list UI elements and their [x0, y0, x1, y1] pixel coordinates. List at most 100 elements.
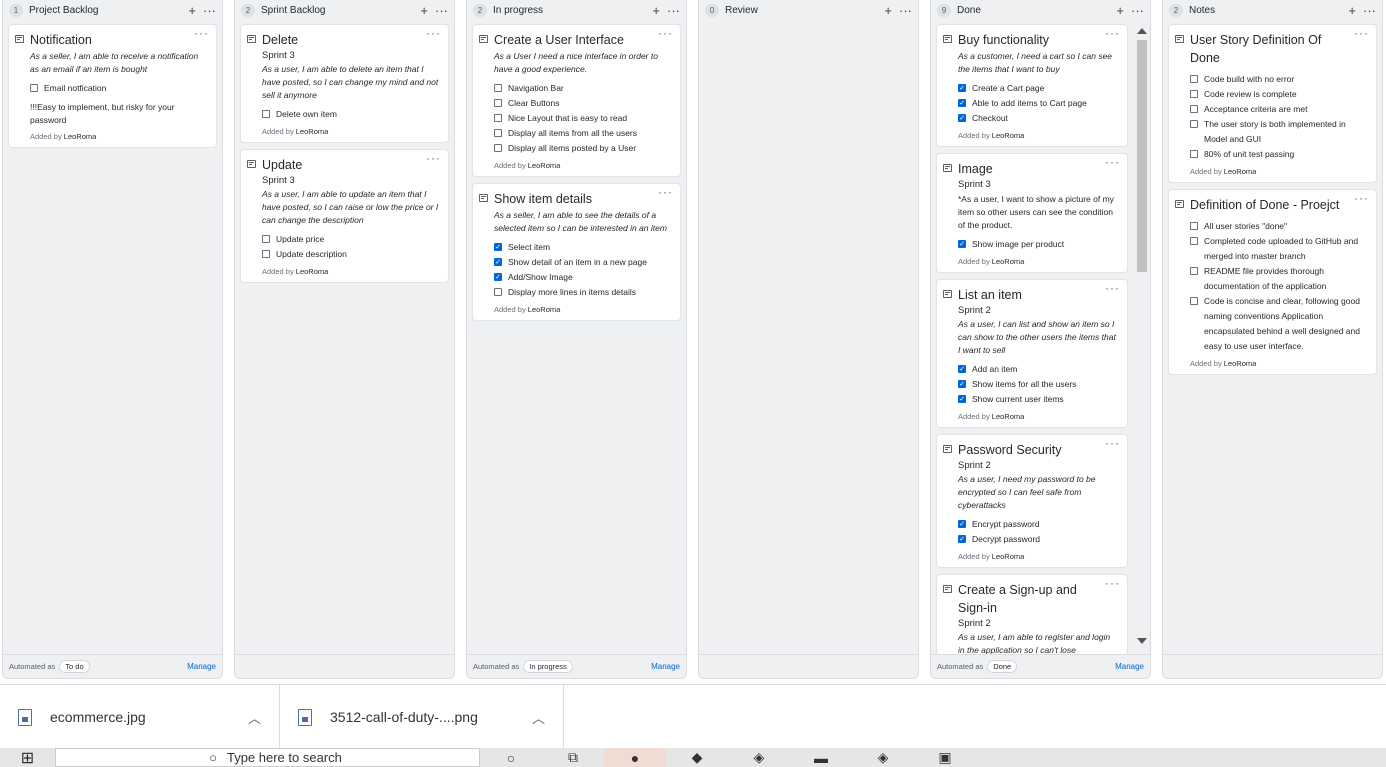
checkbox[interactable]	[262, 235, 270, 243]
add-card-icon[interactable]: +	[884, 4, 892, 17]
app-icon[interactable]: ◈	[852, 748, 914, 767]
checklist-item[interactable]: Show items for all the users	[958, 377, 1119, 392]
checkbox[interactable]	[494, 99, 502, 107]
checkbox[interactable]	[1190, 120, 1198, 128]
added-by-user[interactable]: LeoRoma	[296, 267, 329, 276]
note-card[interactable]: ··· List an item Sprint 2 As a user, I can …	[936, 279, 1128, 428]
more-options-icon[interactable]: ···	[667, 4, 680, 17]
checkbox[interactable]	[1190, 237, 1198, 245]
checkbox[interactable]	[1190, 75, 1198, 83]
checkbox[interactable]	[262, 250, 270, 258]
added-by-user[interactable]: LeoRoma	[296, 127, 329, 136]
checklist-item[interactable]: Code build with no error	[1190, 72, 1368, 87]
more-options-icon[interactable]: ···	[1363, 4, 1376, 17]
checkbox[interactable]	[1190, 222, 1198, 230]
card-menu-icon[interactable]: ···	[1105, 26, 1120, 40]
card-menu-icon[interactable]: ···	[1354, 191, 1369, 205]
checkbox[interactable]	[494, 84, 502, 92]
checklist-item[interactable]: Show image per product	[958, 237, 1119, 252]
checklist-item[interactable]: Navigation Bar	[494, 81, 672, 96]
checklist-item[interactable]: Update description	[262, 247, 440, 262]
checkbox[interactable]	[958, 365, 966, 373]
note-card[interactable]: ··· Update Sprint 3 As a user, I am able to…	[240, 149, 449, 283]
checkbox[interactable]	[958, 520, 966, 528]
more-options-icon[interactable]: ···	[203, 4, 216, 17]
checklist-item[interactable]: The user story is both implemented in Mo…	[1190, 117, 1368, 147]
checklist-item[interactable]: All user stories "done"	[1190, 219, 1368, 234]
file-explorer-icon[interactable]: ▬	[790, 748, 852, 767]
checklist-item[interactable]: Nice Layout that is easy to read	[494, 111, 672, 126]
added-by-user[interactable]: LeoRoma	[1224, 167, 1257, 176]
checkbox[interactable]	[30, 84, 38, 92]
checklist-item[interactable]: Show current user items	[958, 392, 1119, 407]
add-card-icon[interactable]: +	[420, 4, 428, 17]
checklist-item[interactable]: Checkout	[958, 111, 1119, 126]
checkbox[interactable]	[494, 288, 502, 296]
checkbox[interactable]	[958, 99, 966, 107]
card-menu-icon[interactable]: ···	[194, 26, 209, 40]
note-card[interactable]: ··· User Story Definition Of Done Code bui…	[1168, 24, 1377, 183]
add-card-icon[interactable]: +	[1348, 4, 1356, 17]
scroll-up-icon[interactable]	[1137, 28, 1147, 34]
checkbox[interactable]	[958, 380, 966, 388]
task-view-icon[interactable]: ⧉	[542, 748, 604, 767]
checklist-item[interactable]: Acceptance criteria are met	[1190, 102, 1368, 117]
note-card[interactable]: ··· Password Security Sprint 2 As a user, I…	[936, 434, 1128, 568]
added-by-user[interactable]: LeoRoma	[992, 412, 1025, 421]
chevron-up-icon[interactable]: ︿	[228, 708, 261, 727]
checklist-item[interactable]: Add/Show Image	[494, 270, 672, 285]
checklist-item[interactable]: README file provides thorough documentat…	[1190, 264, 1368, 294]
checkbox[interactable]	[494, 243, 502, 251]
checklist-item[interactable]: Decrypt password	[958, 532, 1119, 547]
chevron-up-icon[interactable]: ︿	[512, 708, 545, 727]
checklist-item[interactable]: Completed code uploaded to GitHub and me…	[1190, 234, 1368, 264]
manage-link[interactable]: Manage	[651, 662, 680, 671]
app-icon[interactable]: ◈	[728, 748, 790, 767]
added-by-user[interactable]: LeoRoma	[992, 257, 1025, 266]
note-card[interactable]: ··· Create a User Interface As a User I ne…	[472, 24, 681, 177]
added-by-user[interactable]: LeoRoma	[528, 161, 561, 170]
note-card[interactable]: ··· Notification As a seller, I am able to…	[8, 24, 217, 148]
checklist-item[interactable]: 80% of unit test passing	[1190, 147, 1368, 162]
checkbox[interactable]	[494, 258, 502, 266]
checklist-item[interactable]: Display all items from all the users	[494, 126, 672, 141]
added-by-user[interactable]: LeoRoma	[528, 305, 561, 314]
checklist-item[interactable]: Add an item	[958, 362, 1119, 377]
added-by-user[interactable]: LeoRoma	[992, 552, 1025, 561]
card-menu-icon[interactable]: ···	[658, 26, 673, 40]
checklist-item[interactable]: Display more lines in items details	[494, 285, 672, 300]
checkbox[interactable]	[494, 273, 502, 281]
card-menu-icon[interactable]: ···	[426, 26, 441, 40]
note-card[interactable]: ··· Create a Sign-up and Sign-in Sprint 2 A…	[936, 574, 1128, 654]
checklist-item[interactable]: Email notfication	[30, 81, 208, 96]
added-by-user[interactable]: LeoRoma	[64, 132, 97, 141]
card-menu-icon[interactable]: ···	[1105, 281, 1120, 295]
checkbox[interactable]	[262, 110, 270, 118]
note-card[interactable]: ··· Definition of Done - Proejct All user …	[1168, 189, 1377, 375]
checklist-item[interactable]: Create a Cart page	[958, 81, 1119, 96]
checklist-item[interactable]: Code review is complete	[1190, 87, 1368, 102]
checklist-item[interactable]: Code is concise and clear, following goo…	[1190, 294, 1368, 354]
note-card[interactable]: ··· Delete Sprint 3 As a user, I am able to…	[240, 24, 449, 143]
note-card[interactable]: ··· Buy functionality As a customer, I nee…	[936, 24, 1128, 147]
more-options-icon[interactable]: ···	[435, 4, 448, 17]
checkbox[interactable]	[1190, 297, 1198, 305]
checkbox[interactable]	[494, 144, 502, 152]
checkbox[interactable]	[1190, 105, 1198, 113]
chrome-icon[interactable]: ●	[604, 748, 666, 767]
download-item[interactable]: ecommerce.jpg ︿	[0, 685, 280, 749]
added-by-user[interactable]: LeoRoma	[1224, 359, 1257, 368]
checklist-item[interactable]: Show detail of an item in a new page	[494, 255, 672, 270]
checkbox[interactable]	[494, 129, 502, 137]
teams-icon[interactable]: ▣	[914, 748, 976, 767]
checkbox[interactable]	[1190, 267, 1198, 275]
checkbox[interactable]	[958, 395, 966, 403]
add-card-icon[interactable]: +	[188, 4, 196, 17]
checkbox[interactable]	[1190, 90, 1198, 98]
download-item[interactable]: 3512-call-of-duty-....png ︿	[280, 685, 564, 749]
add-card-icon[interactable]: +	[1116, 4, 1124, 17]
cortana-icon[interactable]: ○	[480, 748, 542, 767]
more-options-icon[interactable]: ···	[899, 4, 912, 17]
card-menu-icon[interactable]: ···	[1105, 155, 1120, 169]
column-scrollbar[interactable]	[1134, 24, 1150, 654]
